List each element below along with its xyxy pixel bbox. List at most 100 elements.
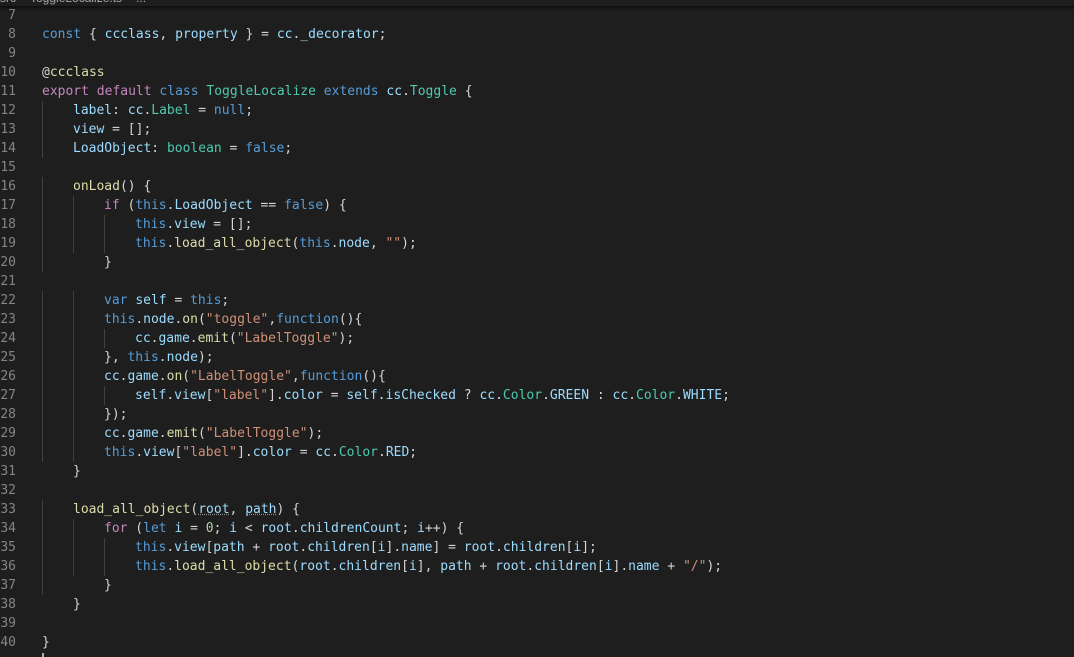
code-line[interactable]: this.node.on("toggle",function(){	[104, 310, 362, 329]
indent-guide	[73, 215, 74, 234]
line-number: 28	[0, 407, 16, 422]
code-line[interactable]: });	[104, 405, 127, 424]
code-token: name	[401, 540, 433, 555]
breadcrumb-item[interactable]: ...	[136, 0, 146, 5]
indent-guide	[42, 196, 43, 215]
code-line[interactable]: }	[104, 576, 112, 595]
code-token: this	[135, 540, 167, 555]
code-token: .	[189, 331, 198, 346]
code-token: );	[307, 426, 324, 441]
line-number: 11	[0, 84, 16, 99]
code-line[interactable]: }	[42, 633, 50, 652]
code-line[interactable]: cc.game.emit("LabelToggle");	[135, 329, 354, 348]
code-token: view	[73, 122, 105, 137]
code-line[interactable]: }	[73, 595, 81, 614]
code-token: ;	[221, 293, 230, 308]
line-number: 20	[0, 255, 16, 270]
code-token: }	[104, 255, 112, 270]
code-token: =	[182, 521, 206, 536]
code-line[interactable]: }, this.node);	[104, 348, 214, 367]
code-token: "LabelToggle"	[236, 331, 339, 346]
code-token: ],	[416, 559, 441, 574]
indent-guide	[73, 405, 74, 424]
code-token: .	[495, 540, 503, 555]
code-token: +	[244, 540, 269, 555]
code-line[interactable]: this.view["label"].color = cc.Color.RED;	[104, 443, 417, 462]
code-line[interactable]: view = [];	[73, 120, 151, 139]
code-line[interactable]: }	[73, 462, 81, 481]
code-line[interactable]: load_all_object(root, path) {	[73, 500, 300, 519]
code-line[interactable]: }	[104, 253, 112, 272]
line-number: 23	[0, 312, 16, 327]
code-line[interactable]: this.view[path + root.children[i].name] …	[135, 538, 597, 557]
code-token: function	[276, 312, 339, 327]
line-number: 9	[8, 46, 16, 61]
code-line[interactable]: this.load_all_object(this.node, "");	[135, 234, 417, 253]
code-line[interactable]: const { ccclass, property } = cc._decora…	[42, 25, 386, 44]
code-token: view	[174, 388, 206, 403]
code-token: i	[604, 559, 613, 574]
code-token: =	[322, 388, 347, 403]
code-line[interactable]: LoadObject: boolean = false;	[73, 139, 292, 158]
code-line[interactable]: for (let i = 0; i < root.childrenCount; …	[104, 519, 464, 538]
code-token: root	[268, 540, 300, 555]
code-token: cc	[386, 84, 403, 99]
code-token: this	[135, 559, 167, 574]
indent-guide	[42, 538, 43, 557]
code-line[interactable]: var self = this;	[104, 291, 229, 310]
breadcrumb-item[interactable]: ToggleLocalize.ts	[30, 0, 122, 5]
code-token: label	[73, 103, 113, 118]
code-token: :	[151, 141, 167, 156]
line-number: 34	[0, 521, 16, 536]
line-number: 32	[0, 483, 16, 498]
code-token: view	[143, 445, 175, 460]
code-token: (	[119, 198, 136, 213]
line-number: 18	[0, 217, 16, 232]
code-token: "toggle"	[205, 312, 269, 327]
indent-guide	[42, 234, 43, 253]
code-line[interactable]: @ccclass	[42, 63, 105, 82]
code-line[interactable]: cc.game.on("LabelToggle",function(){	[104, 367, 386, 386]
line-number: 19	[0, 236, 16, 251]
code-token: children	[534, 559, 597, 574]
code-line[interactable]: if (this.LoadObject == false) {	[104, 196, 347, 215]
code-token: default	[96, 84, 152, 99]
code-line[interactable]: cc.game.emit("LabelToggle");	[104, 424, 323, 443]
line-number: 36	[0, 559, 16, 574]
code-line[interactable]: this.load_all_object(root.children[i], p…	[135, 557, 722, 576]
breadcrumb-item[interactable]: src	[0, 0, 16, 5]
code-token: .	[158, 426, 167, 441]
code-token: i	[408, 559, 417, 574]
indent-guide	[104, 386, 105, 405]
code-token: i	[377, 540, 386, 555]
code-line[interactable]: label: cc.Label = null;	[73, 101, 253, 120]
code-token: (	[197, 426, 206, 441]
code-token: ];	[581, 540, 597, 555]
indent-guide	[42, 291, 43, 310]
code-token: ,	[369, 236, 386, 251]
code-token: }	[73, 597, 81, 612]
code-token: on	[182, 312, 198, 327]
code-token: emit	[197, 331, 229, 346]
code-token: children	[502, 540, 566, 555]
line-number: 15	[0, 160, 16, 175]
line-number: 21	[0, 274, 16, 289]
line-number: 27	[0, 388, 16, 403]
code-token: on	[166, 369, 183, 384]
code-token: node	[166, 350, 198, 365]
line-number: 30	[0, 445, 16, 460]
code-token: },	[104, 350, 128, 365]
code-token: i	[417, 521, 425, 536]
code-line[interactable]: onLoad() {	[73, 177, 151, 196]
code-editor[interactable]: src ToggleLocalize.ts... 7 8 9 10 11 12 13 14 15 1…	[0, 0, 1074, 657]
code-line[interactable]: self.view["label"].color = self.isChecke…	[135, 386, 730, 405]
code-line[interactable]: this.view = [];	[135, 215, 252, 234]
code-token: LoadObject	[73, 141, 152, 156]
code-token: .	[542, 388, 550, 403]
code-token: .	[402, 84, 410, 99]
code-token: =	[291, 445, 316, 460]
code-token: [	[596, 559, 605, 574]
code-line[interactable]: export default class ToggleLocalize exte…	[42, 82, 473, 101]
code-token: =	[190, 103, 214, 118]
code-token: ,	[291, 369, 300, 384]
